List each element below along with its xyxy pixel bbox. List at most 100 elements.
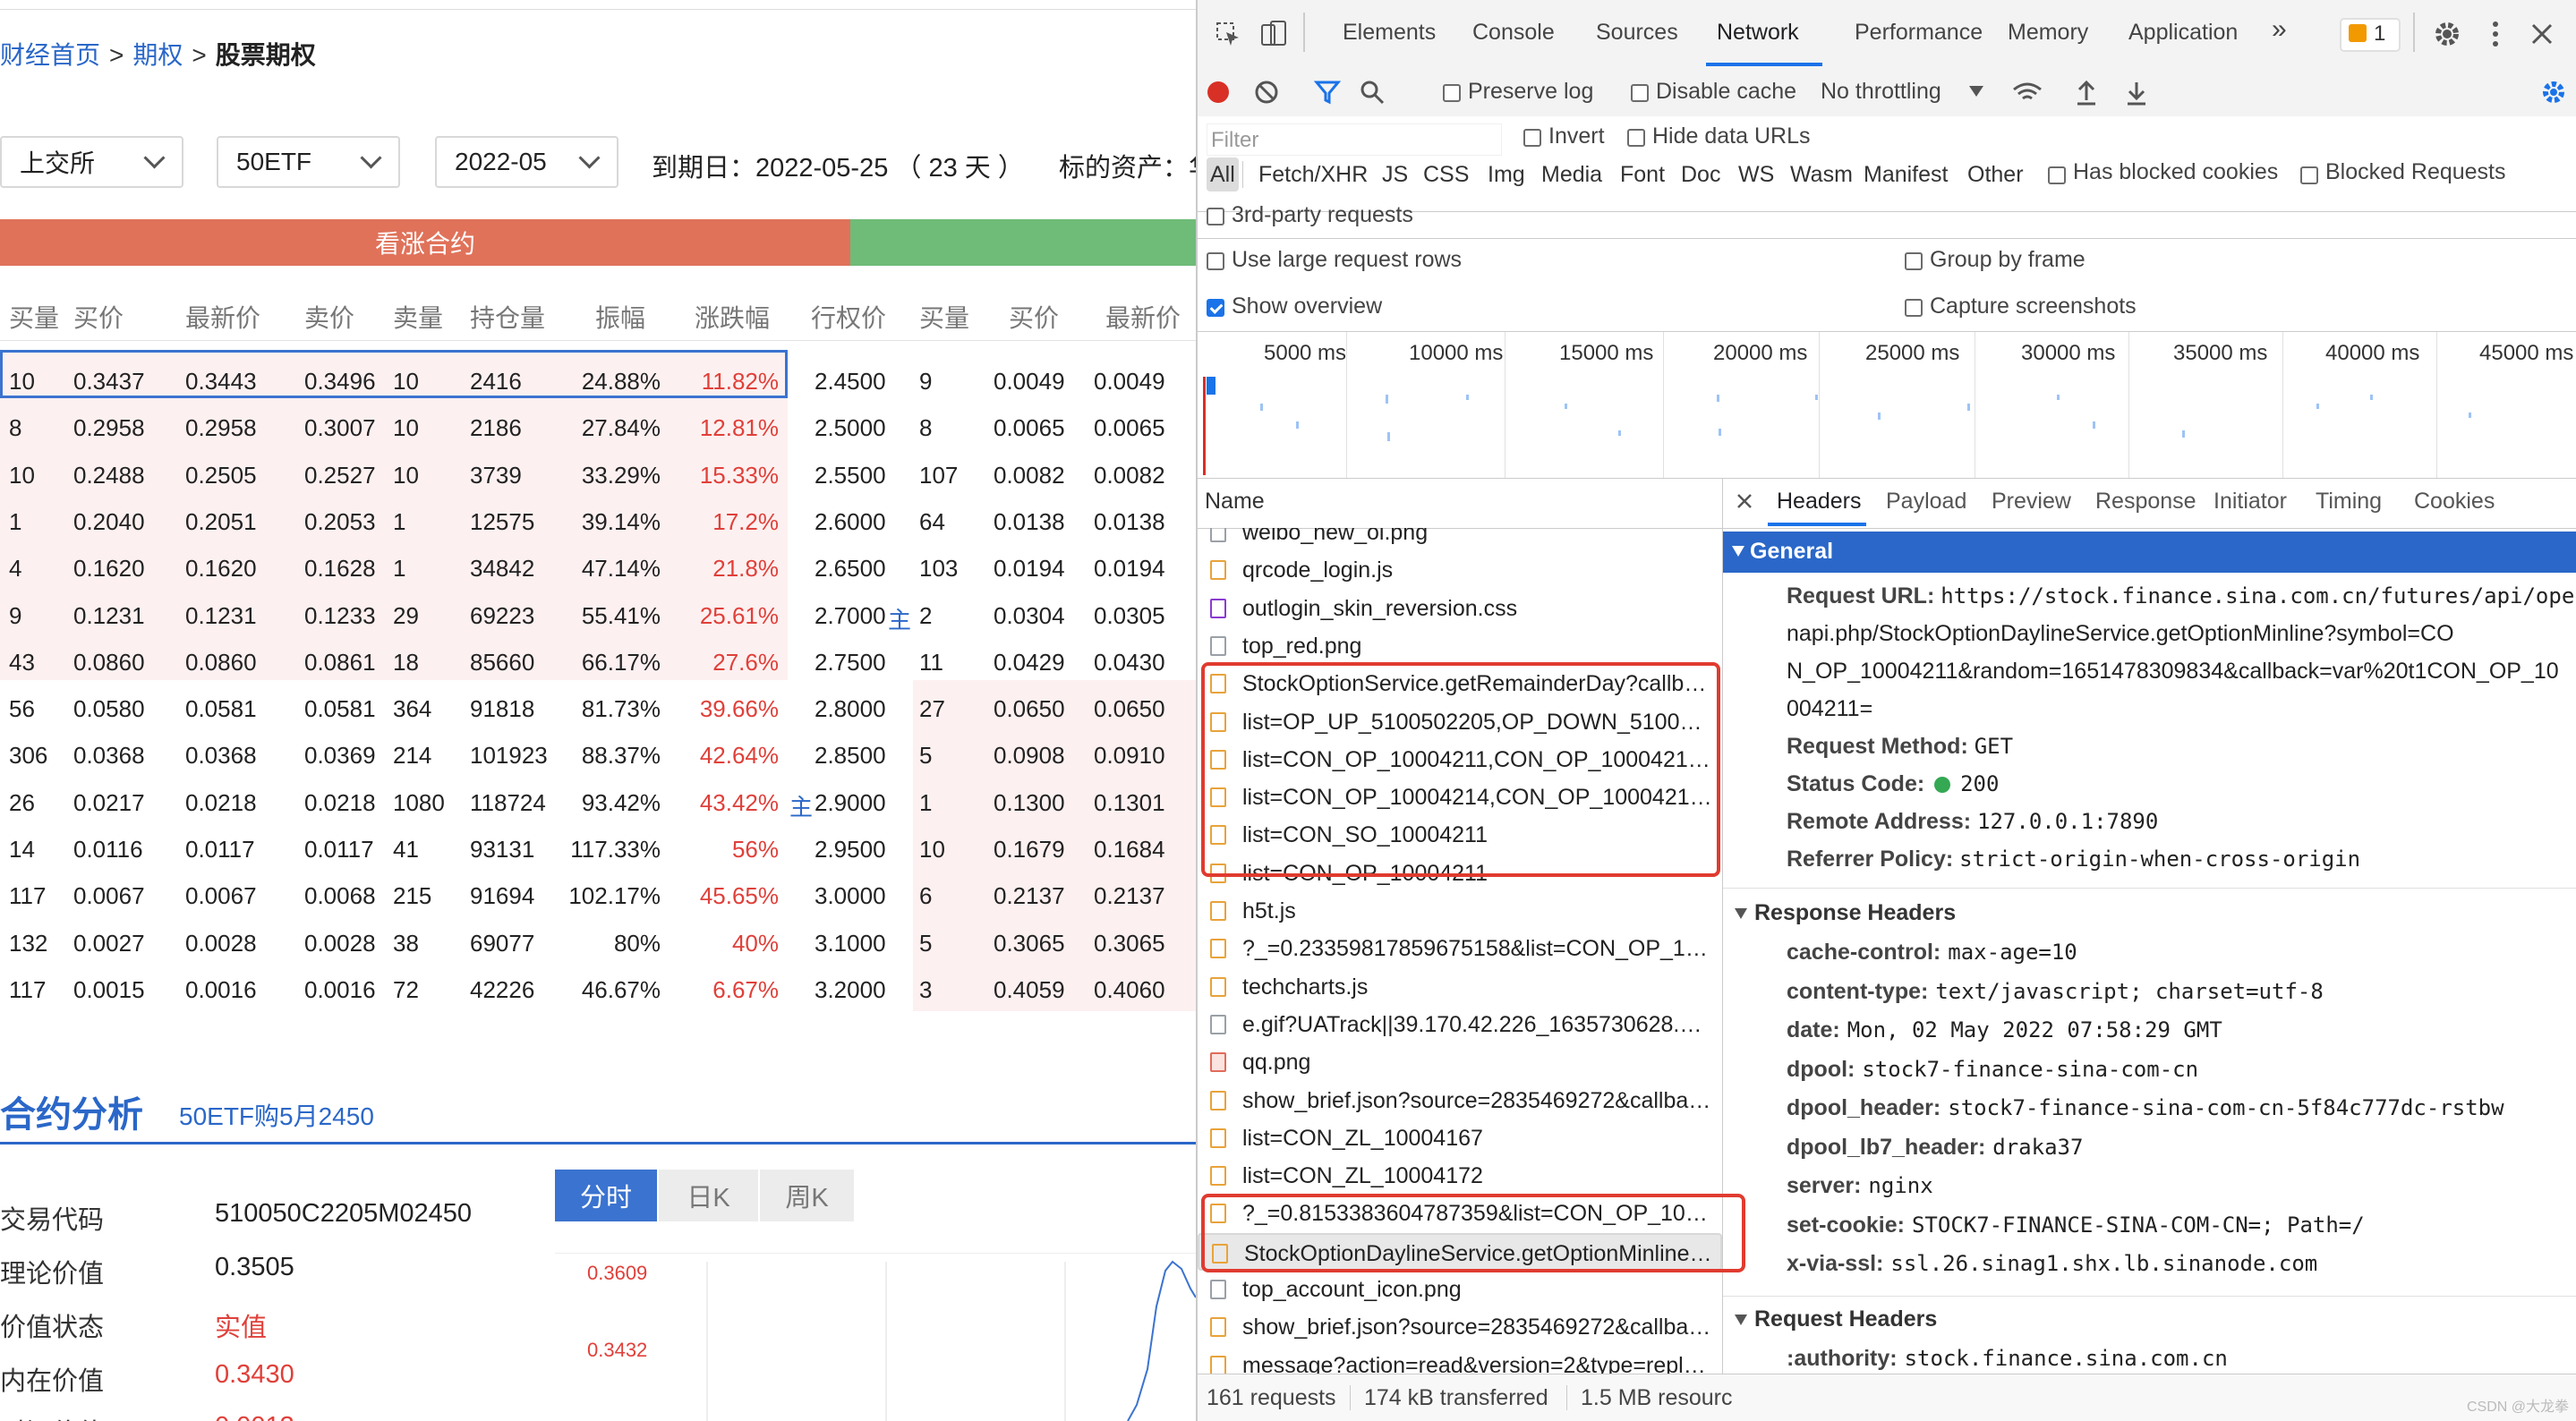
table-row[interactable]: 4 0.1620 0.1620 0.1628 1 34842 47.14% 21.8% 2.65… xyxy=(0,544,1196,591)
large-rows-checkbox[interactable] xyxy=(1207,252,1224,270)
underlying-select[interactable]: 50ETF xyxy=(217,136,400,188)
response-headers-section[interactable]: Response Headers xyxy=(1735,900,1956,926)
inspect-element-icon[interactable] xyxy=(1215,21,1241,47)
table-row[interactable]: 43 0.0860 0.0860 0.0861 18 85660 66.17% 27.6% 2.… xyxy=(0,638,1196,685)
caret-down-icon[interactable] xyxy=(1969,86,1983,98)
cell: 18 xyxy=(393,648,419,676)
filter-type-doc[interactable]: Doc xyxy=(1677,157,1724,191)
request-row[interactable]: top_red.png xyxy=(1198,627,1722,665)
exchange-select[interactable]: 上交所 xyxy=(0,136,183,188)
tab-cookies[interactable]: Cookies xyxy=(2414,489,2495,515)
clear-icon[interactable] xyxy=(1253,79,1280,106)
request-row[interactable]: h5t.js xyxy=(1198,892,1722,930)
tab-network[interactable]: Network xyxy=(1717,20,1799,46)
table-row[interactable]: 9 0.1231 0.1231 0.1233 29 69223 55.41% 25.61% 2.… xyxy=(0,591,1196,638)
tab-payload[interactable]: Payload xyxy=(1886,489,1966,515)
table-row[interactable]: 10 0.2488 0.2505 0.2527 10 3739 33.29% 15.33% 2.… xyxy=(0,451,1196,498)
filter-type-css[interactable]: CSS xyxy=(1420,157,1472,191)
disable-cache-checkbox[interactable] xyxy=(1631,84,1649,102)
close-devtools-icon[interactable] xyxy=(2529,21,2555,47)
export-har-icon[interactable] xyxy=(2125,79,2148,106)
show-overview-checkbox[interactable] xyxy=(1207,299,1224,317)
issues-badge[interactable]: 1 xyxy=(2340,18,2401,52)
table-row[interactable]: 56 0.0580 0.0581 0.0581 364 91818 81.73% 39.66%… xyxy=(0,685,1196,731)
tab-application[interactable]: Application xyxy=(2128,20,2238,46)
network-conditions-icon[interactable] xyxy=(2012,79,2043,106)
third-party-checkbox[interactable] xyxy=(1207,208,1224,225)
request-headers-section[interactable]: Request Headers xyxy=(1735,1306,1937,1332)
record-icon[interactable] xyxy=(1205,79,1232,106)
request-row[interactable]: show_brief.json?source=2835469272&callba… xyxy=(1198,1082,1722,1119)
filter-type-wasm[interactable]: Wasm xyxy=(1787,157,1856,191)
name-column-header[interactable]: Name xyxy=(1198,478,1723,529)
blocked-requests-checkbox[interactable] xyxy=(2300,166,2318,184)
device-toolbar-icon[interactable] xyxy=(1260,20,1287,47)
tab-intraday[interactable]: 分时 xyxy=(555,1170,657,1221)
capture-screenshots-checkbox[interactable] xyxy=(1905,299,1923,317)
request-row[interactable]: techcharts.js xyxy=(1198,968,1722,1006)
throttling-select[interactable]: No throttling xyxy=(1821,79,1941,105)
search-icon[interactable] xyxy=(1359,79,1386,106)
tab-preview[interactable]: Preview xyxy=(1992,489,2071,515)
script-file-icon xyxy=(1210,1127,1226,1148)
breadcrumb-options-link[interactable]: 期权 xyxy=(132,41,183,69)
filter-type-img[interactable]: Img xyxy=(1484,157,1529,191)
table-row[interactable]: 14 0.0116 0.0117 0.0117 41 93131 117.33% 56% 2.9… xyxy=(0,825,1196,872)
invert-checkbox[interactable] xyxy=(1523,129,1541,147)
tab-weekly-k[interactable]: 周K xyxy=(759,1170,854,1221)
request-row[interactable]: list=CON_ZL_10004172 xyxy=(1198,1157,1722,1195)
cell: 0.1301 xyxy=(1094,788,1165,816)
tab-performance[interactable]: Performance xyxy=(1855,20,1983,46)
request-row[interactable]: qq.png xyxy=(1198,1043,1722,1081)
request-row[interactable]: qrcode_login.js xyxy=(1198,551,1722,589)
preserve-log-checkbox[interactable] xyxy=(1443,84,1461,102)
filter-type-font[interactable]: Font xyxy=(1616,157,1668,191)
filter-type-media[interactable]: Media xyxy=(1538,157,1606,191)
month-select[interactable]: 2022-05 xyxy=(435,136,618,188)
table-row[interactable]: 26 0.0217 0.0218 0.0218 1080 118724 93.42% 43.4… xyxy=(0,779,1196,825)
group-by-frame-checkbox[interactable] xyxy=(1905,252,1923,270)
network-settings-gear-icon[interactable] xyxy=(2540,79,2567,106)
has-blocked-cookies-checkbox[interactable] xyxy=(2048,166,2066,184)
filter-icon[interactable] xyxy=(1314,79,1341,106)
tab-initiator[interactable]: Initiator xyxy=(2213,489,2287,515)
filter-type-all[interactable]: All xyxy=(1207,157,1239,191)
filter-type-js[interactable]: JS xyxy=(1378,157,1412,191)
table-row[interactable]: 8 0.2958 0.2958 0.3007 10 2186 27.84% 12.81% 2.5… xyxy=(0,404,1196,450)
kebab-menu-icon[interactable] xyxy=(2490,20,2501,48)
request-row[interactable]: weibo_new_ol.png xyxy=(1198,528,1722,551)
filter-type-fetch-xhr[interactable]: Fetch/XHR xyxy=(1255,157,1371,191)
network-overview[interactable]: 5000 ms 10000 ms 15000 ms 20000 ms 25000… xyxy=(1198,332,2576,479)
hide-data-urls-checkbox[interactable] xyxy=(1627,129,1645,147)
filter-input[interactable]: Filter xyxy=(1207,123,1502,156)
tab-elements[interactable]: Elements xyxy=(1343,20,1436,46)
request-row[interactable]: show_brief.json?source=2835469272&callba… xyxy=(1198,1308,1722,1346)
request-row[interactable]: message?action=read&version=2&type=reply… xyxy=(1198,1347,1722,1374)
request-row[interactable]: list=CON_ZL_10004167 xyxy=(1198,1119,1722,1157)
filter-type-manifest[interactable]: Manifest xyxy=(1860,157,1951,191)
tab-sources[interactable]: Sources xyxy=(1596,20,1678,46)
tab-daily-k[interactable]: 日K xyxy=(658,1170,758,1221)
request-row[interactable]: outlogin_skin_reversion.css xyxy=(1198,590,1722,627)
table-row[interactable]: 306 0.0368 0.0368 0.0369 214 101923 88.37% 42.6… xyxy=(0,731,1196,778)
table-row[interactable]: 117 0.0067 0.0067 0.0068 215 91694 102.17% 45.6… xyxy=(0,872,1196,918)
general-section-header[interactable]: General xyxy=(1723,532,2576,573)
request-row[interactable]: ?_=0.23359817859675158&list=CON_OP_1000.… xyxy=(1198,930,1722,967)
more-tabs-icon[interactable]: » xyxy=(2272,14,2287,45)
filter-type-ws[interactable]: WS xyxy=(1735,157,1778,191)
tab-headers[interactable]: Headers xyxy=(1777,489,1862,515)
tab-timing[interactable]: Timing xyxy=(2316,489,2382,515)
import-har-icon[interactable] xyxy=(2075,79,2098,106)
breadcrumb-home-link[interactable]: 财经首页 xyxy=(0,41,100,69)
tab-memory[interactable]: Memory xyxy=(2008,20,2088,46)
filter-type-other[interactable]: Other xyxy=(1964,157,2027,191)
table-row[interactable]: 117 0.0015 0.0016 0.0016 72 42226 46.67% 6.67% 3… xyxy=(0,966,1196,1012)
close-detail-icon[interactable] xyxy=(1736,492,1753,510)
table-row[interactable]: 1 0.2040 0.2051 0.2053 1 12575 39.14% 17.2% 2.60… xyxy=(0,498,1196,544)
tab-console[interactable]: Console xyxy=(1472,20,1555,46)
table-row[interactable]: 132 0.0027 0.0028 0.0028 38 69077 80% 40% 3.1000… xyxy=(0,919,1196,966)
settings-gear-icon[interactable] xyxy=(2433,20,2461,48)
request-row[interactable]: e.gif?UATrack||39.170.42.226_1635730628.… xyxy=(1198,1006,1722,1043)
request-row[interactable]: top_account_icon.png xyxy=(1198,1271,1722,1308)
tab-response[interactable]: Response xyxy=(2095,489,2196,515)
